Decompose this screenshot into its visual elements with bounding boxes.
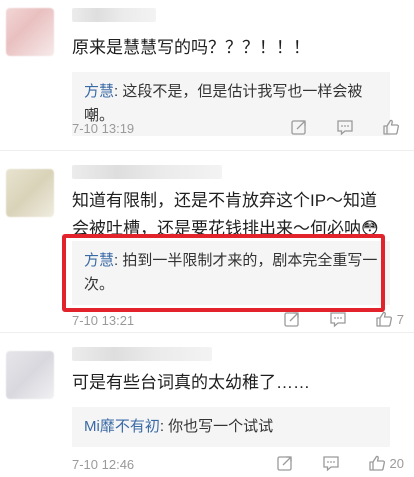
username[interactable] — [72, 165, 222, 179]
reply-author[interactable]: Mi靡不有初 — [84, 418, 160, 435]
thumbs-up-icon — [368, 455, 385, 471]
avatar[interactable] — [6, 8, 54, 56]
share-icon — [284, 312, 299, 327]
reply-author[interactable]: 方慧 — [84, 83, 114, 100]
reply-button[interactable] — [336, 118, 354, 136]
like-button[interactable]: 20 — [368, 454, 404, 472]
comment-actions: 7 — [283, 310, 404, 328]
avatar[interactable] — [6, 351, 54, 399]
comment-text: 可是有些台词真的太幼稚了…… — [72, 373, 310, 392]
share-button[interactable] — [290, 118, 308, 136]
comment-list: 原来是慧慧写的吗？？？！！！ 方慧: 这段不是，但是估计我写也一样会被嘲。 7-… — [0, 0, 414, 477]
comment-text: 原来是慧慧写的吗？？？！！！ — [72, 38, 310, 57]
comment-actions: 20 — [276, 454, 404, 472]
like-count: 7 — [396, 311, 404, 327]
avatar[interactable] — [6, 169, 54, 217]
comment-item: 可是有些台词真的太幼稚了…… Mi靡不有初: 你也写一个试试 7-10 12:4… — [0, 333, 414, 477]
timestamp: 7-10 13:19 — [72, 121, 135, 136]
comment-icon — [337, 120, 353, 136]
like-button[interactable]: 7 — [375, 310, 404, 328]
username[interactable] — [72, 8, 156, 22]
share-icon — [276, 456, 292, 471]
share-icon — [291, 120, 306, 135]
share-button[interactable] — [283, 310, 301, 328]
reply-button[interactable] — [322, 454, 340, 472]
thumbs-up-icon — [376, 311, 392, 327]
share-button[interactable] — [276, 454, 294, 472]
reply-text: 你也写一个试试 — [168, 418, 274, 435]
username[interactable] — [72, 347, 212, 361]
reply-box[interactable]: Mi靡不有初: 你也写一个试试 — [72, 407, 390, 447]
timestamp: 7-10 13:21 — [72, 313, 135, 328]
thumbs-up-icon — [383, 119, 399, 135]
highlight-box — [62, 234, 385, 312]
reply-colon: : — [159, 418, 169, 435]
reply-button[interactable] — [329, 310, 347, 328]
timestamp: 7-10 12:46 — [72, 457, 135, 472]
comment-icon — [330, 312, 346, 328]
comment-icon — [322, 456, 339, 472]
comment-item: 原来是慧慧写的吗？？？！！！ 方慧: 这段不是，但是估计我写也一样会被嘲。 7-… — [0, 0, 414, 150]
like-count: 20 — [389, 455, 404, 471]
like-button[interactable] — [382, 118, 404, 136]
comment-actions — [290, 118, 404, 136]
